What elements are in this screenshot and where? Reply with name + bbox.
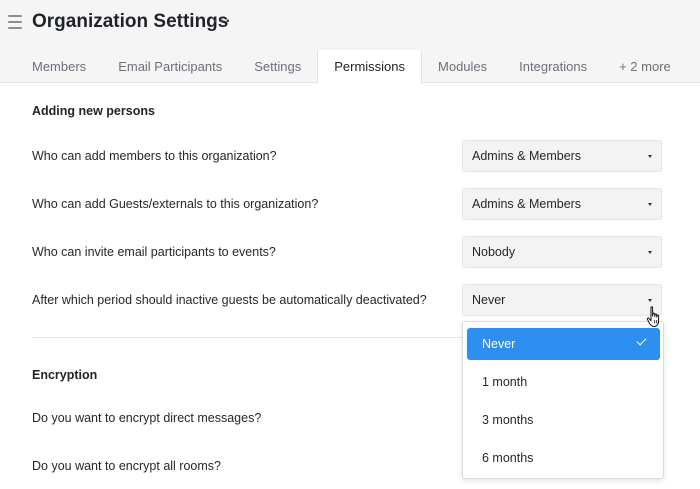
question-encrypt-all-rooms: Do you want to encrypt all rooms? <box>32 459 221 473</box>
section-title-adding: Adding new persons <box>32 104 155 118</box>
chevron-down-icon <box>648 299 652 302</box>
chevron-down-icon <box>648 155 652 158</box>
tab-bar: Members Email Participants Settings Perm… <box>16 50 687 84</box>
tab-permissions[interactable]: Permissions <box>317 50 423 84</box>
option-label: 1 month <box>482 375 528 389</box>
dropdown-option-never[interactable]: Never <box>467 328 660 360</box>
select-value: Admins & Members <box>472 197 582 211</box>
select-value: Nobody <box>472 245 516 259</box>
select-deactivate-guests[interactable]: Never <box>462 284 662 316</box>
tab-more[interactable]: + 2 more <box>603 50 687 83</box>
question-deactivate-guests: After which period should inactive guest… <box>32 293 427 307</box>
select-invite-email-participants[interactable]: Nobody <box>462 236 662 268</box>
option-label: Never <box>482 337 516 351</box>
deactivation-period-dropdown: Never 1 month 3 months 6 months <box>462 321 664 479</box>
section-title-encryption: Encryption <box>32 368 98 382</box>
hand-pointer-cursor-icon <box>646 306 660 327</box>
question-encrypt-direct-messages: Do you want to encrypt direct messages? <box>32 411 262 425</box>
dropdown-option-1-month[interactable]: 1 month <box>467 366 660 398</box>
chevron-down-icon <box>648 203 652 206</box>
chevron-down-icon <box>648 251 652 254</box>
dropdown-option-3-months[interactable]: 3 months <box>467 404 660 436</box>
question-invite-email-participants: Who can invite email participants to eve… <box>32 245 276 259</box>
question-add-members: Who can add members to this organization… <box>32 149 277 163</box>
tab-email-participants[interactable]: Email Participants <box>102 50 238 83</box>
tab-members[interactable]: Members <box>16 50 102 83</box>
select-value: Admins & Members <box>472 149 582 163</box>
option-label: 3 months <box>482 413 534 427</box>
page-title: Organization Settings <box>32 11 229 32</box>
section-divider <box>32 337 462 338</box>
app-header: Organization Settings ··· Members Email … <box>0 0 700 84</box>
hamburger-menu-icon[interactable] <box>8 15 22 29</box>
select-add-members[interactable]: Admins & Members <box>462 140 662 172</box>
dropdown-option-6-months[interactable]: 6 months <box>467 442 660 474</box>
tab-integrations[interactable]: Integrations <box>503 50 603 83</box>
select-value: Never <box>472 293 506 307</box>
tab-modules[interactable]: Modules <box>422 50 503 83</box>
tab-settings[interactable]: Settings <box>238 50 317 83</box>
question-add-guests: Who can add Guests/externals to this org… <box>32 197 319 211</box>
select-add-guests[interactable]: Admins & Members <box>462 188 662 220</box>
more-options-icon[interactable]: ··· <box>213 13 232 31</box>
option-label: 6 months <box>482 451 534 465</box>
checkmark-icon <box>636 335 647 346</box>
